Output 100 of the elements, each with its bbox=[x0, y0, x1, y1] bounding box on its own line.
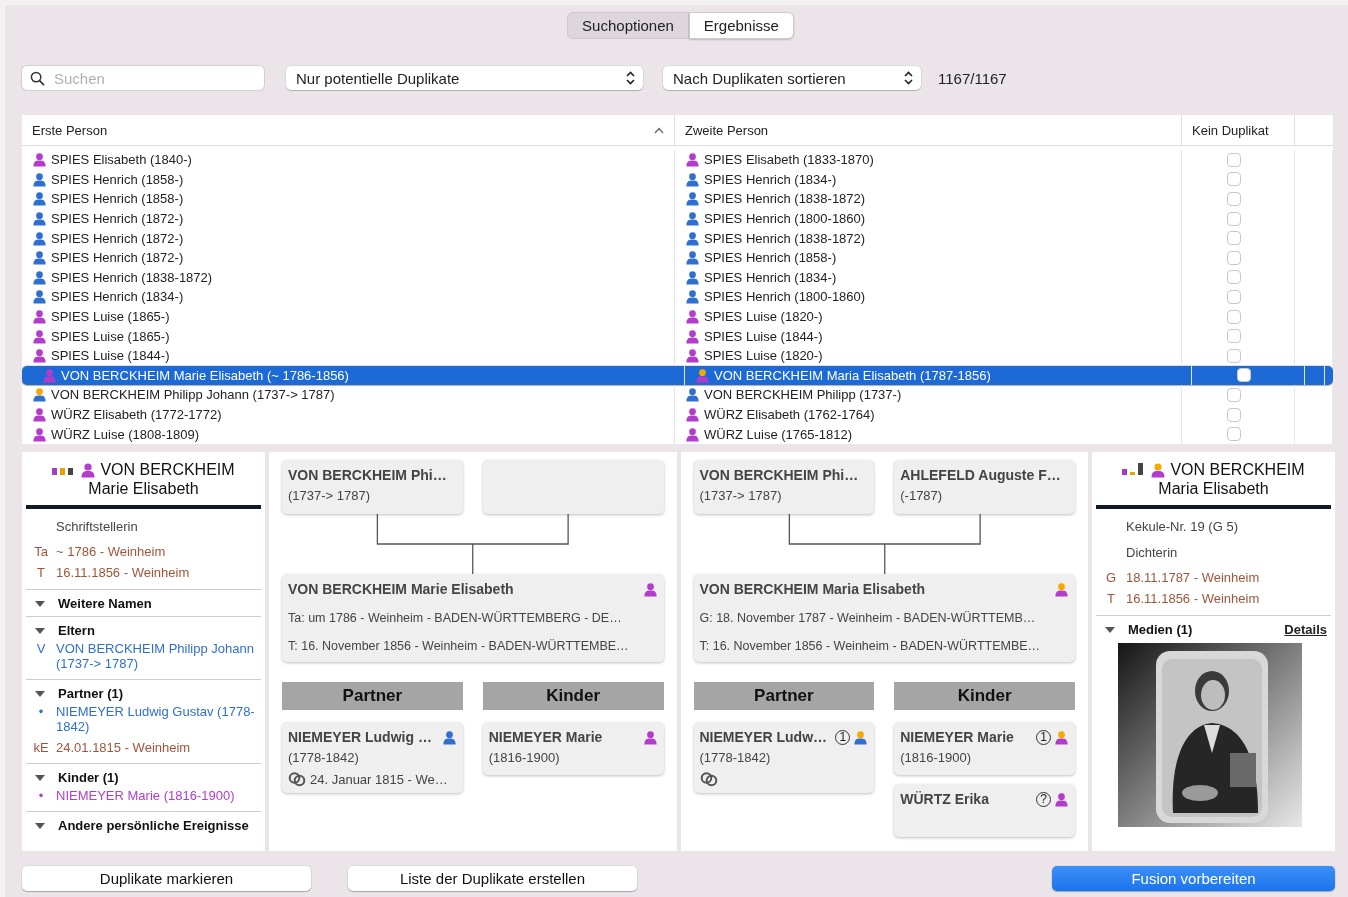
checkbox[interactable] bbox=[1227, 427, 1241, 442]
checkbox[interactable] bbox=[1227, 387, 1241, 402]
event-tag: T bbox=[1096, 591, 1126, 606]
person-entry: SPIES Luise (1844-) bbox=[704, 328, 823, 344]
checkbox[interactable] bbox=[1227, 309, 1241, 324]
section-title: Weitere Namen bbox=[58, 596, 152, 611]
disclosure-triangle-icon[interactable] bbox=[34, 772, 46, 783]
parent-card[interactable]: VON BERCKHEIM Phi… (1737-> 1787) bbox=[282, 460, 463, 514]
person-card[interactable]: NIEMEYER Ludw… 1 (1778-1842) bbox=[693, 722, 875, 793]
footer-button[interactable]: Liste der Duplikate erstellen bbox=[348, 866, 637, 891]
column-header[interactable]: Erste Person bbox=[22, 115, 675, 145]
table-row[interactable]: SPIES Henrich (1838-1872) SPIES Henrich (1834-) bbox=[22, 267, 1333, 288]
person-entry: SPIES Henrich (1834-) bbox=[704, 171, 837, 187]
table-row[interactable]: WÜRZ Luise (1808-1809) WÜRZ Luise (1765-1812) bbox=[22, 424, 1333, 444]
person-entry: SPIES Henrich (1834-) bbox=[51, 289, 184, 305]
chevron-icon bbox=[904, 71, 913, 85]
checkbox[interactable] bbox=[1227, 407, 1241, 422]
checkbox[interactable] bbox=[1227, 348, 1241, 363]
empty-parent-card[interactable] bbox=[482, 460, 664, 514]
search-icon bbox=[30, 71, 45, 86]
person-name: AHLEFELD Auguste F… bbox=[900, 467, 1062, 483]
checkbox[interactable] bbox=[1227, 211, 1241, 226]
person-entry: SPIES Henrich (1838-1872) bbox=[51, 269, 213, 285]
event-tag: Ta bbox=[26, 544, 56, 559]
occupation-text: Dichterin bbox=[1125, 544, 1179, 562]
person-entry: SPIES Henrich (1872-) bbox=[51, 250, 184, 266]
person-entry: SPIES Luise (1820-) bbox=[704, 348, 823, 364]
life-dates: (1737-> 1787) bbox=[288, 488, 372, 503]
person-entry: SPIES Henrich (1872-) bbox=[51, 211, 184, 227]
relative-link[interactable]: NIEMEYER Ludwig Gustav (1778-1842) bbox=[56, 704, 261, 734]
table-row[interactable]: SPIES Luise (1865-) SPIES Luise (1820-) bbox=[22, 306, 1333, 327]
partner-heading: Partner bbox=[282, 682, 463, 710]
disclosure-triangle-icon[interactable] bbox=[34, 820, 46, 831]
table-row[interactable]: VON BERCKHEIM Marie Elisabeth (~ 1786-1856) VON BERCKHEIM Maria Elisabeth (1787-1856) bbox=[22, 365, 1333, 386]
person-card[interactable]: VON BERCKHEIM Maria Elisabeth G: 18. November 1787 - Weinheim - BADEN-WÜRTTEMB… T: 16. November 1856 - Weinheim - BADEN-WÜRTTEMBE… bbox=[693, 574, 1075, 662]
disclosure-triangle-icon[interactable] bbox=[34, 625, 46, 636]
table-row[interactable]: SPIES Henrich (1872-) SPIES Henrich (1838-1872) bbox=[22, 228, 1333, 248]
person-name: NIEMEYER Ludw… bbox=[699, 729, 829, 745]
person-entry: WÜRZ Elisabeth (1772-1772) bbox=[51, 407, 222, 422]
relative-link[interactable]: VON BERCKHEIM Philipp Johann (1737-> 1787) bbox=[56, 641, 261, 671]
disclosure-triangle-icon[interactable] bbox=[34, 688, 46, 699]
person-card[interactable]: VON BERCKHEIM Marie Elisabeth Ta: um 1786 - Weinheim - BADEN-WÜRTTEMBERG - DE… T: 16. November 1856 - Weinheim - BADEN-WÜRTTEMBE… bbox=[282, 574, 664, 662]
checkbox[interactable] bbox=[1227, 192, 1241, 206]
disclosure-triangle-icon[interactable] bbox=[1104, 624, 1116, 635]
person-name: WÜRTZ Erika bbox=[900, 791, 990, 807]
footer-button[interactable]: Fusion vorbereiten bbox=[1052, 866, 1335, 891]
column-header[interactable]: Kein Duplikat bbox=[1182, 115, 1295, 145]
person-card[interactable]: NIEMEYER Marie (1816-1900) bbox=[482, 722, 664, 775]
table-row[interactable]: SPIES Henrich (1834-) SPIES Henrich (1800-1860) bbox=[22, 287, 1333, 307]
checkbox[interactable] bbox=[1227, 329, 1241, 344]
parent-card[interactable]: AHLEFELD Auguste F… (-1787) bbox=[894, 460, 1075, 514]
table-row[interactable]: SPIES Luise (1865-) SPIES Luise (1844-) bbox=[22, 326, 1333, 346]
table-row[interactable]: SPIES Henrich (1872-) SPIES Henrich (1800-1860) bbox=[22, 208, 1333, 229]
checkbox[interactable] bbox=[1227, 172, 1241, 187]
person-entry: VON BERCKHEIM Philipp (1737-) bbox=[704, 387, 902, 403]
event-text: T: 16. November 1856 - Weinheim - BADEN-WÜRTTEMBE… bbox=[288, 639, 630, 653]
table-row[interactable]: SPIES Henrich (1858-) SPIES Henrich (1838-1872) bbox=[22, 189, 1333, 209]
life-dates: (1778-1842) bbox=[699, 750, 772, 765]
person-entry: WÜRZ Luise (1765-1812) bbox=[704, 426, 853, 442]
filter-dropdown[interactable]: Nur potentielle Duplikate bbox=[286, 66, 643, 90]
relation-tag: • bbox=[26, 704, 56, 734]
relative-link[interactable]: NIEMEYER Marie (1816-1900) bbox=[56, 788, 235, 803]
checkbox[interactable] bbox=[1227, 250, 1241, 265]
checkbox[interactable] bbox=[1227, 270, 1241, 285]
children-heading: Kinder bbox=[482, 682, 664, 710]
table-row[interactable]: VON BERCKHEIM Philipp Johann (1737-> 1787) VON BERCKHEIM Philipp (1737-) bbox=[22, 385, 1333, 405]
event-text: 16.11.1856 - Weinheim bbox=[1126, 591, 1260, 606]
details-link[interactable]: Details bbox=[1284, 622, 1331, 637]
person-name: VON BERCKHEIM Phi… bbox=[699, 467, 860, 483]
event-text: ~ 1786 - Weinheim bbox=[56, 544, 166, 559]
table-row[interactable]: SPIES Henrich (1858-) SPIES Henrich (1834-) bbox=[22, 169, 1333, 190]
event-tag: kE bbox=[26, 740, 56, 755]
disclosure-triangle-icon[interactable] bbox=[34, 598, 46, 609]
table-row[interactable]: SPIES Elisabeth (1840-) SPIES Elisabeth (1833-1870) bbox=[22, 150, 1333, 170]
person-card[interactable]: WÜRTZ Erika ? bbox=[894, 784, 1075, 837]
person-card[interactable]: NIEMEYER Ludwig … (1778-1842) 24. Januar 1815 - We… bbox=[282, 722, 463, 793]
person-name: VON BERCKHEIM Marie Elisabeth bbox=[288, 581, 515, 597]
person-entry: SPIES Henrich (1858-) bbox=[704, 250, 837, 266]
checkbox[interactable] bbox=[1227, 289, 1241, 304]
checkbox[interactable] bbox=[1237, 368, 1251, 383]
person-entry: SPIES Elisabeth (1833-1870) bbox=[704, 152, 874, 168]
search-field[interactable]: Suchen bbox=[22, 66, 264, 90]
person-entry: SPIES Henrich (1858-) bbox=[51, 191, 184, 207]
sort-dropdown[interactable]: Nach Duplikaten sortieren bbox=[663, 66, 921, 90]
person-entry: WÜRZ Luise (1808-1809) bbox=[51, 426, 200, 442]
checkbox[interactable] bbox=[1227, 231, 1241, 246]
person-entry: SPIES Luise (1844-) bbox=[51, 348, 170, 364]
table-row[interactable]: WÜRZ Elisabeth (1772-1772) WÜRZ Elisabeth (1762-1764) bbox=[22, 404, 1333, 425]
checkbox[interactable] bbox=[1227, 152, 1241, 167]
view-tab[interactable]: Ergebnisse bbox=[688, 12, 794, 39]
column-header[interactable]: Zweite Person bbox=[675, 115, 1182, 145]
person-card[interactable]: NIEMEYER Marie 1 (1816-1900) bbox=[894, 722, 1075, 775]
parent-card[interactable]: VON BERCKHEIM Phi… (1737-> 1787) bbox=[693, 460, 875, 514]
table-row[interactable]: SPIES Henrich (1872-) SPIES Henrich (1858-) bbox=[22, 247, 1333, 268]
view-tab[interactable]: Suchoptionen bbox=[567, 12, 689, 39]
footer-button[interactable]: Duplikate markieren bbox=[22, 866, 311, 891]
person-name: VON BERCKHEIM Maria Elisabeth bbox=[699, 581, 927, 597]
person-entry: SPIES Luise (1820-) bbox=[704, 309, 823, 325]
life-dates: (1816-1900) bbox=[900, 750, 973, 765]
event-text: Ta: um 1786 - Weinheim - BADEN-WÜRTTEMBERG - DE… bbox=[288, 611, 623, 625]
